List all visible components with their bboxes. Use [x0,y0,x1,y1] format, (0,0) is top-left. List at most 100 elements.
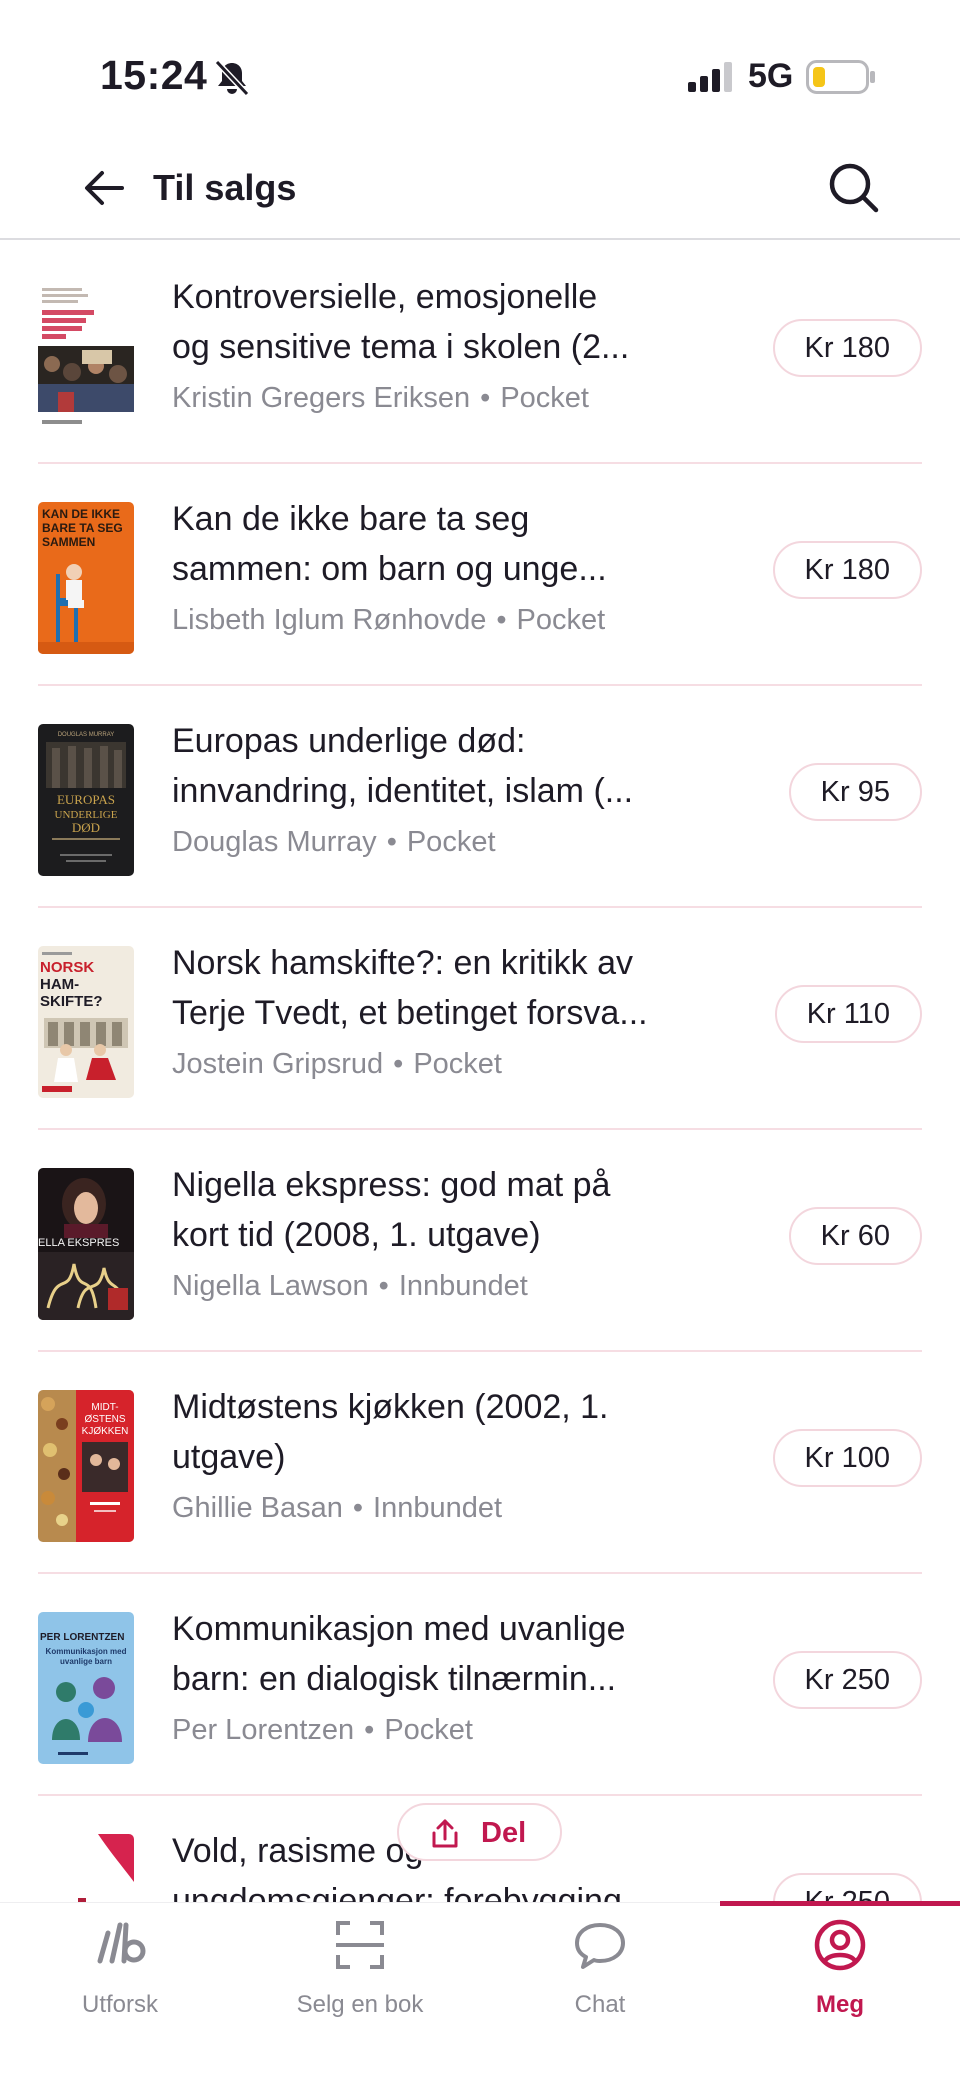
search-icon[interactable] [826,160,882,216]
list-item[interactable]: KAN DE IKKE BARE TA SEG SAMMEN Kan de ik… [0,464,960,686]
title-line: Kontroversielle, emosjonelle [172,278,598,316]
separator-dot: • [496,604,507,636]
list-item[interactable]: ELLA EKSPRES Nigella ekspress: god mat p… [0,1130,960,1352]
title-line: Europas underlige død: [172,722,526,760]
bell-muted-icon [212,58,252,103]
title-line: innvandring, identitet, islam (... [172,772,634,810]
nav-item-chat[interactable]: Chat [480,1903,720,2087]
book-cover [38,280,134,432]
separator-dot: • [378,1270,389,1302]
share-label: Del [481,1817,527,1849]
price-badge: Kr 250 [772,1873,922,1902]
book-cover: MIDT- ØSTENS KJØKKEN [38,1390,134,1542]
title-line: barn: en dialogisk tilnærmin... [172,1660,617,1698]
book-format: Pocket [384,1714,473,1746]
cover-text: SAMMEN [42,535,95,549]
cover-text: DOUGLAS MURRAY [58,732,115,738]
book-cover: DOUGLAS MURRAY EUROPAS UNDERLIGE DØD [38,724,134,876]
book-meta: Jostein Gripsrud • Pocket [172,1048,502,1081]
author-name: Jostein Gripsrud [172,1048,384,1080]
list-item[interactable]: DOUGLAS MURRAY EUROPAS UNDERLIGE DØD Eur… [0,686,960,908]
cover-text: ELLA EKSPRES [38,1237,119,1249]
list-item[interactable]: MIDT- ØSTENS KJØKKEN Midtøstens kjøkken … [0,1352,960,1574]
author-name: Douglas Murray [172,826,377,858]
book-meta: Kristin Gregers Eriksen • Pocket [172,382,589,415]
separator-dot: • [352,1492,364,1524]
scan-icon [332,1917,388,1978]
book-title: Kan de ikke bare ta seg sammen: om barn … [172,494,732,594]
price-badge: Kr 250 [772,1651,922,1709]
nav-item-meg[interactable]: Meg [720,1903,960,2087]
title-line: kort tid (2008, 1. utgave) [172,1216,541,1254]
author-name: Lisbeth Iglum Rønhovde [172,604,487,636]
book-meta: Ghillie Basan • Innbundet [172,1492,502,1525]
book-format: Pocket [406,826,496,858]
price-badge: Kr 100 [772,1429,922,1487]
price-badge: Kr 110 [774,985,922,1043]
cover-text: MIDT- [91,1402,118,1413]
cellular-signal-icon [686,62,734,97]
title-line: ungdomsgjenger: forebygging... [172,1882,651,1902]
author-name: Per Lorentzen [172,1714,355,1746]
profile-icon [812,1917,868,1978]
book-cover: PER LORENTZEN Kommunikasjon med uvanlige… [38,1612,134,1764]
app-header: Til salgs [0,140,960,240]
book-meta: Per Lorentzen • Pocket [172,1714,473,1747]
logo-icon [92,1917,148,1978]
share-button[interactable]: Del [397,1803,562,1861]
book-format: Pocket [413,1048,502,1080]
separator-dot: • [480,382,491,414]
nav-label: Utforsk [81,1991,158,2018]
book-title: Midtøstens kjøkken (2002, 1. utgave) [172,1382,732,1482]
list-item[interactable]: PER LORENTZEN Kommunikasjon med uvanlige… [0,1574,960,1796]
list-item[interactable]: NORSK HAM- SKIFTE? Norsk hamskifte?: en … [0,908,960,1130]
book-cover: ELLA EKSPRES [38,1168,134,1320]
book-title: Norsk hamskifte?: en kritikk av Terje Tv… [172,938,732,1038]
title-line: utgave) [172,1438,286,1476]
status-bar: 15:24 5G [0,0,960,140]
book-meta: Lisbeth Iglum Rønhovde • Pocket [172,604,605,637]
separator-dot: • [364,1714,375,1746]
book-format: Pocket [516,604,606,636]
network-type: 5G [748,57,794,95]
cover-text: BARE TA SEG [42,521,123,535]
separator-dot: • [393,1048,404,1080]
status-time: 15:24 [100,52,208,98]
title-line: Nigella ekspress: god mat på [172,1166,611,1204]
cover-text: DØD [72,820,100,835]
cover-text: KJØKKEN [82,1426,129,1437]
battery-icon [806,60,876,99]
book-title: Nigella ekspress: god mat på kort tid (2… [172,1160,732,1260]
cover-text: uvanlige barn [60,1657,112,1666]
back-arrow-icon[interactable] [80,164,128,212]
title-line: Terje Tvedt, et betinget forsva... [172,994,648,1032]
cover-text: Kommunikasjon med [46,1647,127,1656]
nav-item-utforsk[interactable]: Utforsk [0,1903,240,2087]
title-line: Kan de ikke bare ta seg [172,500,530,538]
title-line: Norsk hamskifte?: en kritikk av [172,944,634,982]
book-title: Europas underlige død: innvandring, iden… [172,716,732,816]
cover-text: HAM- [40,976,79,993]
title-line: Midtøstens kjøkken (2002, 1. [172,1388,609,1426]
nav-label: Chat [574,1991,626,2018]
author-name: Ghillie Basan [172,1492,343,1524]
cover-text: SKIFTE? [40,993,103,1010]
bottom-navigation: Utforsk Selg en bok Chat Meg [0,1901,960,2087]
price-badge: Kr 95 [788,763,922,821]
price-badge: Kr 60 [788,1207,922,1265]
book-title: Kommunikasjon med uvanlige barn: en dial… [172,1604,732,1704]
share-icon [428,1817,462,1856]
chat-icon [572,1917,628,1978]
cover-text: KAN DE IKKE [42,507,120,521]
price-badge: Kr 180 [772,541,922,599]
book-cover: NORSK HAM- SKIFTE? [38,946,134,1098]
book-cover: KAN DE IKKE BARE TA SEG SAMMEN [38,502,134,654]
page-title: Til salgs [153,167,297,208]
book-meta: Douglas Murray • Pocket [172,826,496,859]
nav-item-selg-en-bok[interactable]: Selg en bok [240,1903,480,2087]
book-meta: Nigella Lawson • Innbundet [172,1270,528,1303]
list-item[interactable]: Kontroversielle, emosjonelle og sensitiv… [0,242,960,464]
cover-text: NORSK [40,959,94,976]
author-name: Kristin Gregers Eriksen [172,382,471,414]
cover-text: ØSTENS [84,1414,125,1425]
